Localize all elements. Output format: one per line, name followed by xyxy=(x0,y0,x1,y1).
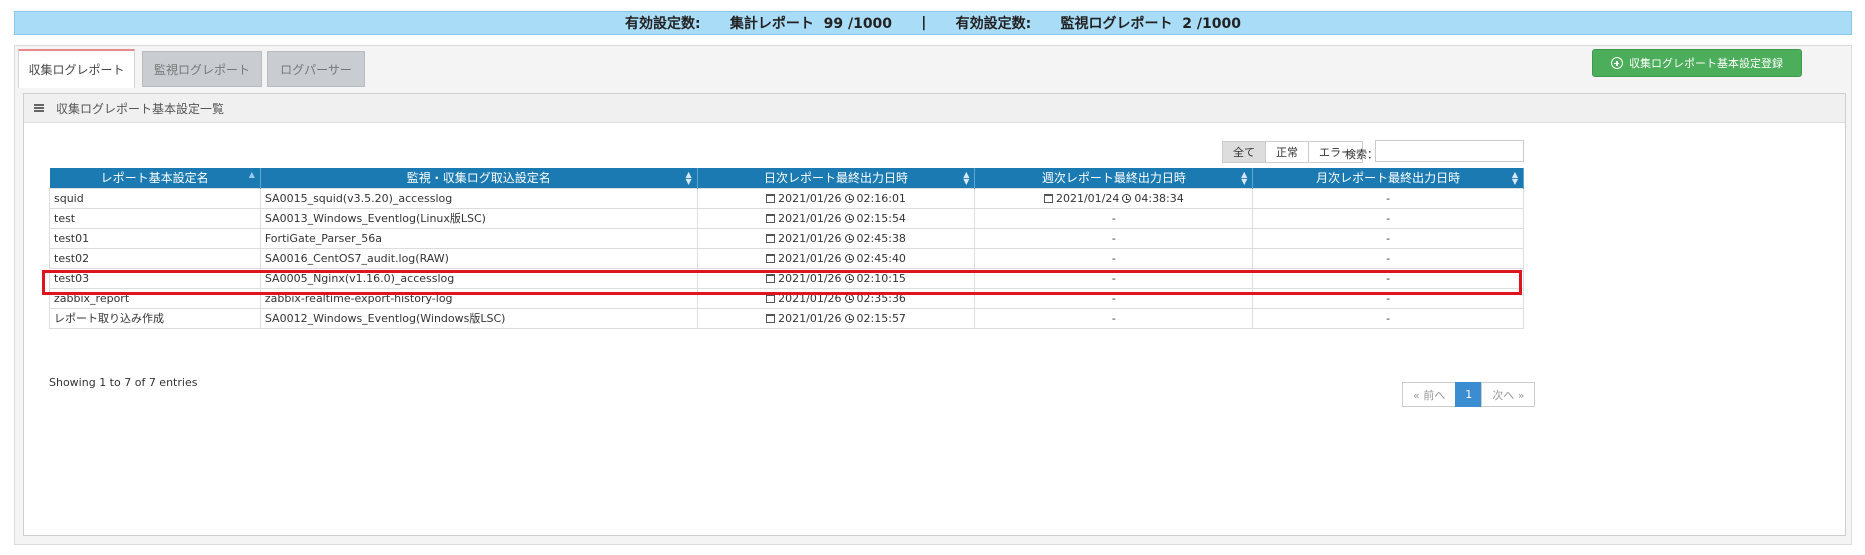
cell-report-name[interactable]: test03 xyxy=(49,267,261,289)
calendar-icon xyxy=(766,293,776,303)
cell-log-setting: SA0013_Windows_Eventlog(Linux版LSC) xyxy=(259,207,698,229)
cell-monthly: - xyxy=(1252,227,1524,249)
table-row[interactable]: test03 SA0005_Nginx(v1.16.0)_accesslog 202… xyxy=(49,267,1524,289)
cell-weekly: - xyxy=(974,207,1254,229)
cell-monthly: - xyxy=(1252,207,1524,229)
cell-daily: 2021/01/26 02:15:54 xyxy=(696,207,976,229)
page-1-button[interactable]: 1 xyxy=(1455,382,1483,407)
clock-icon xyxy=(844,293,854,303)
calendar-icon xyxy=(766,233,776,243)
column-header-report-name[interactable]: レポート基本設定名 ▲ xyxy=(49,168,261,188)
search-label: 検索： xyxy=(1345,148,1378,161)
cell-report-name[interactable]: test02 xyxy=(49,247,261,269)
clock-icon xyxy=(844,213,854,223)
clock-icon xyxy=(844,193,854,203)
column-header-log-setting[interactable]: 監視・収集ログ取込設定名 ▲ ▼ xyxy=(260,168,698,188)
cell-monthly: - xyxy=(1252,187,1524,209)
cell-daily: 2021/01/26 02:35:36 xyxy=(696,287,976,309)
clock-icon xyxy=(844,253,854,263)
report-settings-table: レポート基本設定名 ▲ 監視・収集ログ取込設定名 ▲ ▼ 日次レポート最終出力日時 ▲ ▼… xyxy=(49,168,1524,329)
cell-report-name[interactable]: test xyxy=(49,207,261,229)
sort-icon: ▲ ▼ xyxy=(963,170,970,186)
banner-value-2: 監視ログレポート 2 /1000 xyxy=(1060,16,1241,32)
calendar-icon xyxy=(1043,193,1053,203)
cell-log-setting: SA0005_Nginx(v1.16.0)_accesslog xyxy=(259,267,698,289)
cell-weekly: - xyxy=(974,247,1254,269)
pagination: « 前へ 1 次へ » xyxy=(1402,382,1536,407)
calendar-icon xyxy=(766,193,776,203)
cell-monthly: - xyxy=(1252,267,1524,289)
filter-normal-button[interactable]: 正常 xyxy=(1265,141,1309,163)
cell-weekly: - xyxy=(974,287,1254,309)
sort-icon: ▲ ▼ xyxy=(1511,170,1518,186)
add-circle-icon xyxy=(1611,57,1623,69)
tab-log-parser[interactable]: ログパーサー xyxy=(267,51,365,87)
settings-count-banner: 有効設定数: 集計レポート 99 /1000 | 有効設定数: 監視ログレポート… xyxy=(14,11,1852,35)
cell-weekly: 2021/01/24 04:38:34 xyxy=(974,187,1254,209)
cell-weekly: - xyxy=(974,227,1254,249)
cell-log-setting: SA0015_squid(v3.5.20)_accesslog xyxy=(259,187,698,209)
clock-icon xyxy=(844,313,854,323)
calendar-icon xyxy=(766,253,776,263)
cell-log-setting: SA0012_Windows_Eventlog(Windows版LSC) xyxy=(259,307,698,329)
clock-icon xyxy=(1122,193,1132,203)
banner-label-2: 有効設定数: xyxy=(955,16,1032,32)
clock-icon xyxy=(844,273,854,283)
table-info: Showing 1 to 7 of 7 entries xyxy=(49,376,198,389)
table-row[interactable]: レポート取り込み作成 SA0012_Windows_Eventlog(Window… xyxy=(49,307,1524,329)
cell-daily: 2021/01/26 02:45:38 xyxy=(696,227,976,249)
sort-asc-icon: ▲ xyxy=(248,170,255,179)
clock-icon xyxy=(844,233,854,243)
filter-all-button[interactable]: 全て xyxy=(1222,141,1266,163)
table-row[interactable]: zabbix_report zabbix-realtime-export-hist… xyxy=(49,287,1524,309)
report-settings-panel: 収集ログレポート基本設定一覧 全て 正常 エラー 検索： レポート基本設定名 ▲ … xyxy=(23,93,1846,536)
prev-page-button[interactable]: « 前へ xyxy=(1402,382,1457,407)
cell-log-setting: zabbix-realtime-export-history-log xyxy=(259,287,698,309)
list-icon xyxy=(34,104,44,112)
cell-report-name[interactable]: zabbix_report xyxy=(49,287,261,309)
cell-weekly: - xyxy=(974,307,1254,329)
cell-daily: 2021/01/26 02:45:40 xyxy=(696,247,976,269)
table-row[interactable]: squid SA0015_squid(v3.5.20)_accesslog 2021… xyxy=(49,187,1524,209)
panel-title: 収集ログレポート基本設定一覧 xyxy=(56,101,225,116)
cell-log-setting: SA0016_CentOS7_audit.log(RAW) xyxy=(259,247,698,269)
banner-label-1: 有効設定数: xyxy=(625,16,701,32)
search-input[interactable] xyxy=(1375,140,1524,162)
cell-daily: 2021/01/26 02:10:15 xyxy=(696,267,976,289)
cell-monthly: - xyxy=(1252,287,1524,309)
cell-report-name[interactable]: レポート取り込み作成 xyxy=(49,307,261,329)
calendar-icon xyxy=(766,213,776,223)
column-header-weekly[interactable]: 週次レポート最終出力日時 ▲ ▼ xyxy=(974,168,1254,188)
main-container: 収集ログレポート 監視ログレポート ログパーサー 収集ログレポート基本設定登録 … xyxy=(14,45,1852,545)
calendar-icon xyxy=(766,273,776,283)
cell-daily: 2021/01/26 02:15:57 xyxy=(696,307,976,329)
next-page-button[interactable]: 次へ » xyxy=(1481,382,1536,407)
sort-icon: ▲ ▼ xyxy=(1241,170,1248,186)
status-filter-group: 全て 正常 エラー xyxy=(1222,141,1363,163)
tab-monitoring-log-report[interactable]: 監視ログレポート xyxy=(142,51,262,87)
panel-header: 収集ログレポート基本設定一覧 xyxy=(24,94,1845,123)
cell-daily: 2021/01/26 02:16:01 xyxy=(696,187,976,209)
cell-log-setting: FortiGate_Parser_56a xyxy=(259,227,698,249)
column-header-daily[interactable]: 日次レポート最終出力日時 ▲ ▼ xyxy=(697,168,976,188)
table-row[interactable]: test02 SA0016_CentOS7_audit.log(RAW) 2021/… xyxy=(49,247,1524,269)
register-report-setting-button[interactable]: 収集ログレポート基本設定登録 xyxy=(1592,49,1802,77)
register-button-label: 収集ログレポート基本設定登録 xyxy=(1629,57,1783,70)
banner-value-1: 集計レポート 99 /1000 xyxy=(729,16,893,32)
calendar-icon xyxy=(766,313,776,323)
cell-monthly: - xyxy=(1252,307,1524,329)
sort-icon: ▲ ▼ xyxy=(685,170,692,186)
table-row[interactable]: test01 FortiGate_Parser_56a 2021/01/26 02:4… xyxy=(49,227,1524,249)
table-row[interactable]: test SA0013_Windows_Eventlog(Linux版LSC) 20… xyxy=(49,207,1524,229)
column-header-monthly[interactable]: 月次レポート最終出力日時 ▲ ▼ xyxy=(1252,168,1524,188)
tab-collection-log-report[interactable]: 収集ログレポート xyxy=(18,49,135,88)
cell-report-name[interactable]: squid xyxy=(49,187,261,209)
cell-report-name[interactable]: test01 xyxy=(49,227,261,249)
cell-monthly: - xyxy=(1252,247,1524,269)
cell-weekly: - xyxy=(974,267,1254,289)
